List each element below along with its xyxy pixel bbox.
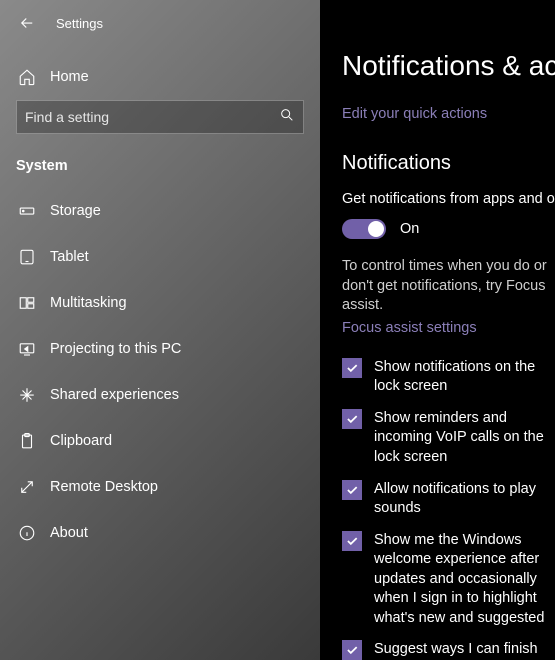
sidebar-item-label: Projecting to this PC: [50, 341, 181, 357]
storage-icon: [16, 200, 38, 222]
sidebar-header: Settings: [0, 12, 320, 54]
checkbox-setup-suggestions[interactable]: [342, 640, 362, 660]
checkbox-reminders[interactable]: [342, 409, 362, 429]
notifications-toggle[interactable]: [342, 219, 386, 239]
main-panel: Notifications & actions Edit your quick …: [320, 0, 555, 660]
checkbox-row-lockscreen: Show notifications on the lock screen: [342, 358, 555, 397]
section-heading-notifications: Notifications: [342, 152, 555, 175]
toggle-knob: [368, 221, 384, 237]
remote-desktop-icon: [16, 476, 38, 498]
sidebar-item-about[interactable]: About: [0, 510, 320, 556]
checkbox-label: Suggest ways I can finish setting up my …: [374, 640, 555, 660]
back-button[interactable]: [16, 12, 38, 34]
search-input[interactable]: [25, 109, 279, 125]
checkbox-label: Allow notifications to play sounds: [374, 480, 555, 519]
focus-assist-link[interactable]: Focus assist settings: [342, 320, 555, 336]
checkbox-row-reminders: Show reminders and incoming VoIP calls o…: [342, 409, 555, 468]
about-icon: [16, 522, 38, 544]
search-icon: [279, 107, 295, 128]
page-title: Notifications & actions: [342, 50, 555, 82]
shared-experiences-icon: [16, 384, 38, 406]
checkbox-welcome[interactable]: [342, 531, 362, 551]
search-box[interactable]: [16, 100, 304, 134]
checkbox-lockscreen[interactable]: [342, 358, 362, 378]
sidebar-item-label: Storage: [50, 203, 101, 219]
sidebar-item-label: Home: [50, 69, 89, 85]
sidebar-item-label: Clipboard: [50, 433, 112, 449]
sidebar-item-label: Remote Desktop: [50, 479, 158, 495]
checkbox-row-setup-suggestions: Suggest ways I can finish setting up my …: [342, 640, 555, 660]
sidebar-item-tablet[interactable]: Tablet: [0, 234, 320, 280]
notifications-toggle-row: On: [342, 219, 555, 239]
app-title: Settings: [56, 16, 103, 31]
sidebar-item-projecting[interactable]: Projecting to this PC: [0, 326, 320, 372]
focus-assist-description: To control times when you do or don't ge…: [342, 257, 555, 316]
search-container: [0, 100, 320, 152]
toggle-state-label: On: [400, 221, 419, 237]
sidebar-item-clipboard[interactable]: Clipboard: [0, 418, 320, 464]
sidebar-item-multitasking[interactable]: Multitasking: [0, 280, 320, 326]
check-icon: [345, 534, 359, 548]
sidebar-item-remote-desktop[interactable]: Remote Desktop: [0, 464, 320, 510]
checkbox-sounds[interactable]: [342, 480, 362, 500]
notification-options-list: Show notifications on the lock screen Sh…: [342, 358, 555, 660]
get-notifications-text: Get notifications from apps and other se…: [342, 191, 555, 207]
sidebar-item-home[interactable]: Home: [0, 54, 320, 100]
arrow-left-icon: [18, 14, 36, 32]
sidebar-item-storage[interactable]: Storage: [0, 188, 320, 234]
checkbox-label: Show reminders and incoming VoIP calls o…: [374, 409, 555, 468]
check-icon: [345, 483, 359, 497]
check-icon: [345, 412, 359, 426]
edit-quick-actions-link[interactable]: Edit your quick actions: [342, 106, 555, 122]
clipboard-icon: [16, 430, 38, 452]
checkbox-label: Show me the Windows welcome experience a…: [374, 531, 555, 629]
sidebar-item-label: Multitasking: [50, 295, 127, 311]
sidebar-item-label: Shared experiences: [50, 387, 179, 403]
projecting-icon: [16, 338, 38, 360]
section-header-system: System: [0, 152, 320, 188]
checkbox-row-welcome: Show me the Windows welcome experience a…: [342, 531, 555, 629]
settings-sidebar: Settings Home System Storage Tablet Mu: [0, 0, 320, 660]
checkbox-row-sounds: Allow notifications to play sounds: [342, 480, 555, 519]
sidebar-item-label: About: [50, 525, 88, 541]
tablet-icon: [16, 246, 38, 268]
sidebar-item-shared-experiences[interactable]: Shared experiences: [0, 372, 320, 418]
multitasking-icon: [16, 292, 38, 314]
sidebar-item-label: Tablet: [50, 249, 89, 265]
checkbox-label: Show notifications on the lock screen: [374, 358, 555, 397]
check-icon: [345, 643, 359, 657]
home-icon: [16, 66, 38, 88]
check-icon: [345, 361, 359, 375]
